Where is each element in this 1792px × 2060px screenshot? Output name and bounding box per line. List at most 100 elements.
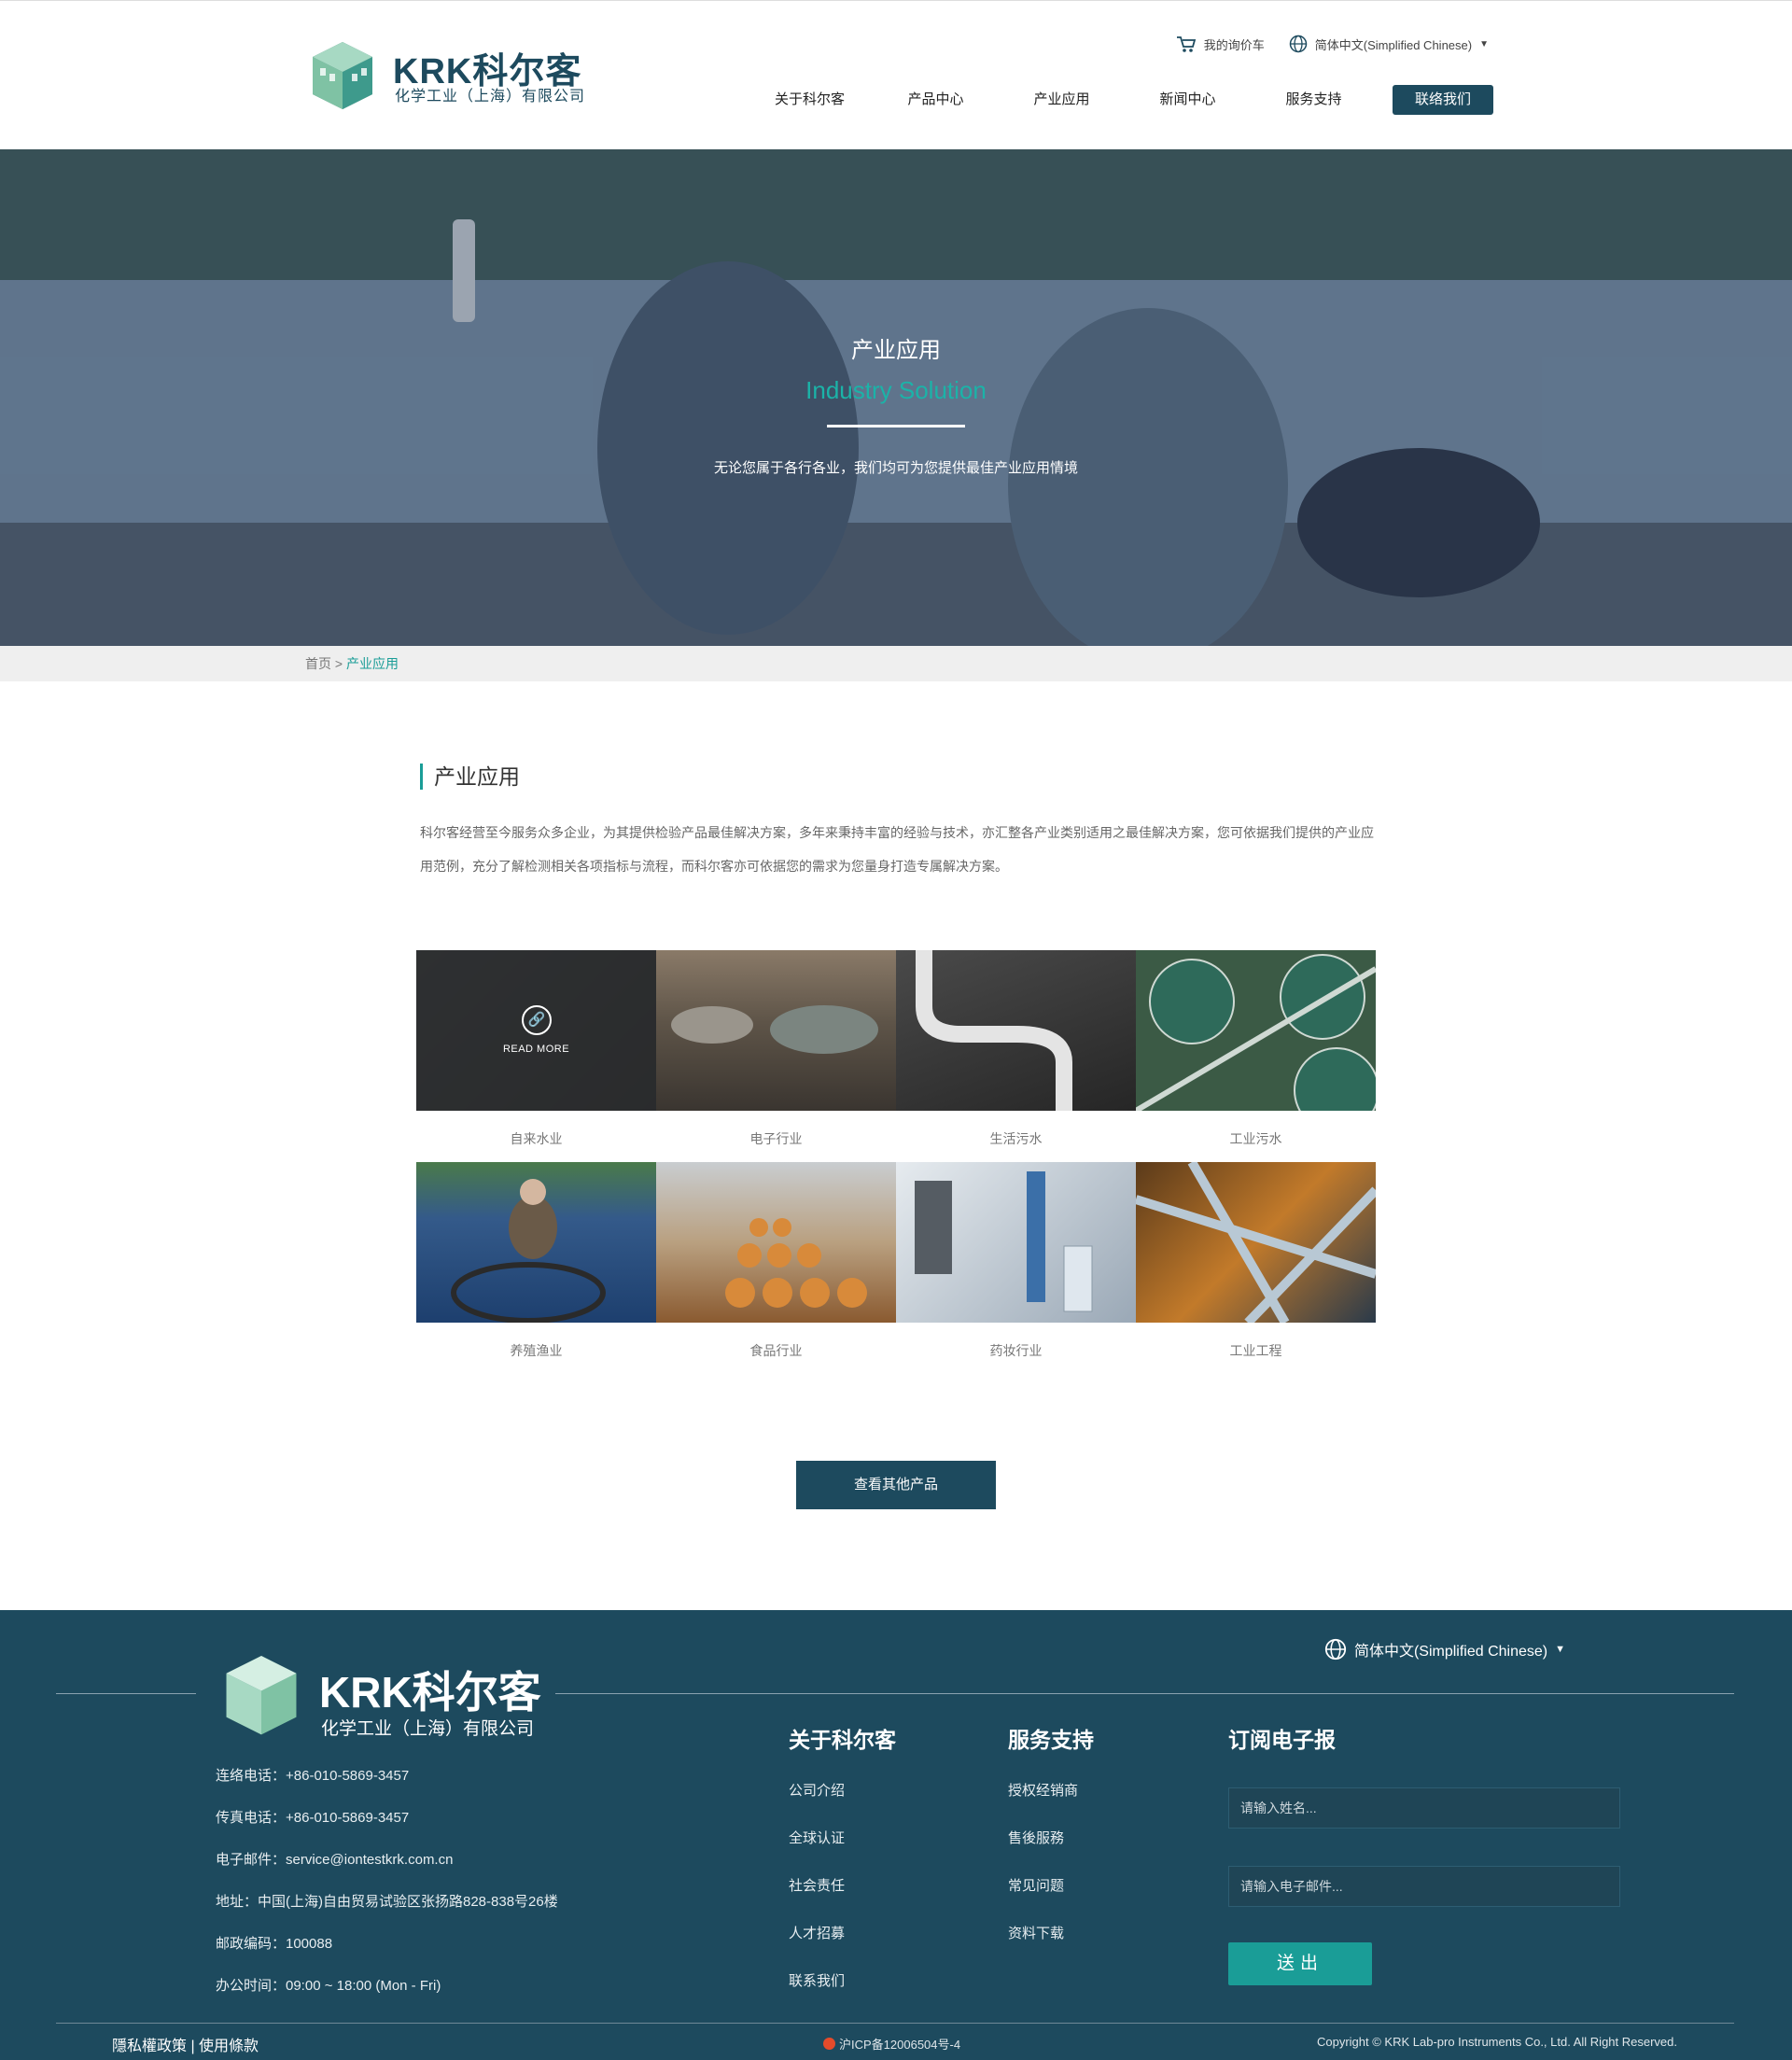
industry-label[interactable]: 药妆行业 [896, 1341, 1136, 1360]
industry-label[interactable]: 电子行业 [656, 1129, 896, 1148]
subscribe-email-input[interactable]: 请输入电子邮件... [1228, 1866, 1620, 1907]
contact-email[interactable]: 电子邮件：service@iontestkrk.com.cn [216, 1849, 558, 1891]
cart-icon [1176, 36, 1196, 52]
footer-subscribe-column: 订阅电子报 [1228, 1722, 1336, 1780]
footer-language-label: 简体中文(Simplified Chinese) [1353, 1644, 1548, 1660]
breadcrumb-separator: > [334, 656, 343, 671]
footer-link-company[interactable]: 公司介绍 [789, 1780, 896, 1828]
footer-link-careers[interactable]: 人才招募 [789, 1923, 896, 1970]
breadcrumb-home[interactable]: 首页 [305, 656, 331, 671]
industry-card-sewage[interactable] [896, 950, 1136, 1111]
industry-label[interactable]: 自来水业 [416, 1129, 656, 1148]
chevron-down-icon: ▼ [1479, 38, 1489, 49]
contact-us-button[interactable]: 联络我们 [1393, 85, 1493, 115]
nav-item-news[interactable]: 新闻中心 [1125, 85, 1251, 115]
inquiry-cart-link[interactable]: 我的询价车 [1176, 35, 1265, 53]
language-label: 简体中文(Simplified Chinese) [1314, 37, 1473, 52]
footer-about-column: 关于科尔客 公司介绍 全球认证 社会责任 人才招募 联系我们 [789, 1722, 896, 2018]
industry-card-cosmetics[interactable] [896, 1162, 1136, 1323]
read-more-overlay[interactable]: 🔗 READ MORE [416, 950, 656, 1111]
footer-link-faq[interactable]: 常见问题 [1008, 1875, 1094, 1923]
industry-image-shapes [1136, 1162, 1376, 1323]
footer-link-responsibility[interactable]: 社会责任 [789, 1875, 896, 1923]
industry-label[interactable]: 养殖渔业 [416, 1341, 656, 1360]
footer-service-column: 服务支持 授权经销商 售後服務 常见问题 资料下载 [1008, 1722, 1094, 1970]
industry-label[interactable]: 食品行业 [656, 1341, 896, 1360]
site-header: KRK科尔客 化学工业（上海）有限公司 我的询价车 简体中文(Simplifie… [0, 0, 1792, 149]
industry-label[interactable]: 工业污水 [1136, 1129, 1376, 1148]
breadcrumb: 首页 > 产业应用 [0, 646, 1792, 681]
footer-logo[interactable]: KRK科尔客 化学工业（上海）有限公司 [215, 1649, 551, 1743]
footer-legal-links[interactable]: 隱私權政策 | 使用條款 [112, 2033, 259, 2055]
main-nav: 关于科尔客 产品中心 产业应用 新闻中心 服务支持 联络我们 [747, 85, 1493, 115]
footer-subscribe-title: 订阅电子报 [1228, 1728, 1336, 1752]
industry-card-engineering[interactable] [1136, 1162, 1376, 1323]
industry-image-shapes [451, 1179, 606, 1323]
footer-brand-name: KRK科尔客 [319, 1668, 541, 1717]
industry-card-electronics[interactable] [656, 950, 896, 1111]
contact-phone: 连络电话：+86-010-5869-3457 [216, 1768, 410, 1784]
footer-link-certification[interactable]: 全球认证 [789, 1828, 896, 1875]
logo-cube-icon [226, 1656, 297, 1735]
site-footer: KRK科尔客 化学工业（上海）有限公司 简体中文(Simplified Chin… [0, 1610, 1792, 2060]
cart-label: 我的询价车 [1203, 37, 1265, 52]
contact-hours: 办公时间：09:00 ~ 18:00 (Mon - Fri) [216, 1978, 441, 1994]
contact-postcode: 邮政编码：100088 [216, 1936, 333, 1952]
footer-brand-subtitle: 化学工业（上海）有限公司 [321, 1719, 535, 1739]
industry-card-water[interactable]: 🔗 READ MORE [416, 950, 656, 1111]
footer-link-downloads[interactable]: 资料下载 [1008, 1923, 1094, 1970]
industry-image-shapes [1136, 954, 1376, 1111]
nav-item-products[interactable]: 产品中心 [873, 85, 999, 115]
subscribe-send-button[interactable]: 送出 [1228, 1942, 1372, 1985]
industry-card-industrial-sewage[interactable] [1136, 950, 1376, 1111]
contact-fax: 传真电话：+86-010-5869-3457 [216, 1810, 410, 1826]
industry-section: 产业应用 科尔客经营至今服务众多企业，为其提供检验产品最佳解决方案，多年来秉持丰… [420, 764, 1377, 883]
brand-subtitle: 化学工业（上海）有限公司 [395, 89, 586, 105]
footer-link-dealers[interactable]: 授权经销商 [1008, 1780, 1094, 1828]
nav-item-about[interactable]: 关于科尔客 [747, 85, 873, 115]
subscribe-name-input[interactable]: 请输入姓名... [1228, 1787, 1620, 1829]
industry-label[interactable]: 工业工程 [1136, 1341, 1376, 1360]
section-description: 科尔客经营至今服务众多企业，为其提供检验产品最佳解决方案，多年来秉持丰富的经验与… [420, 825, 1374, 874]
site-logo[interactable]: KRK科尔客 化学工业（上海）有限公司 [303, 36, 586, 111]
hero-subtitle: Industry Solution [805, 376, 987, 404]
language-selector[interactable]: 简体中文(Simplified Chinese) ▼ [1289, 35, 1489, 53]
footer-link-after-sales[interactable]: 售後服務 [1008, 1828, 1094, 1875]
industry-image-shapes [671, 1005, 878, 1054]
footer-link-contact[interactable]: 联系我们 [789, 1970, 896, 2018]
nav-item-industry[interactable]: 产业应用 [999, 85, 1125, 115]
footer-service-title: 服务支持 [1008, 1728, 1094, 1752]
contact-address: 地址：中国(上海)自由贸易试验区张扬路828-838号26楼 [216, 1894, 558, 1910]
footer-icp[interactable]: 沪ICP备12006504号-4 [823, 2035, 960, 2053]
hero-divider [827, 425, 965, 427]
view-other-products-button[interactable]: 查看其他产品 [796, 1461, 996, 1509]
read-more-label: READ MORE [502, 1044, 570, 1055]
chevron-down-icon: ▼ [1555, 1644, 1565, 1655]
globe-icon [1324, 1638, 1347, 1661]
breadcrumb-current: 产业应用 [345, 656, 399, 671]
link-icon: 🔗 [522, 1005, 552, 1035]
nav-item-service[interactable]: 服务支持 [1251, 85, 1377, 115]
logo-cube-icon [313, 42, 372, 109]
hero-title: 产业应用 [851, 338, 941, 363]
top-bar: 我的询价车 简体中文(Simplified Chinese) ▼ [1176, 35, 1489, 53]
footer-divider-right [555, 1693, 1734, 1694]
globe-icon [1289, 35, 1308, 53]
hero-tagline: 无论您属于各行各业，我们均可为您提供最佳产业应用情境 [713, 460, 1078, 476]
industry-card-aquaculture[interactable] [416, 1162, 656, 1323]
police-badge-icon [823, 2038, 835, 2050]
industry-image-shapes [916, 950, 1072, 1111]
icp-text: 沪ICP备12006504号-4 [839, 2038, 961, 2052]
industry-image-shapes [725, 1218, 867, 1308]
industry-image-shapes [915, 1171, 1093, 1312]
footer-language-selector[interactable]: 简体中文(Simplified Chinese) ▼ [1324, 1638, 1565, 1661]
industry-card-food[interactable] [656, 1162, 896, 1323]
footer-divider-left [56, 1693, 196, 1694]
section-title: 产业应用 [420, 764, 1377, 790]
industry-label[interactable]: 生活污水 [896, 1129, 1136, 1148]
hero-banner: 产业应用 Industry Solution 无论您属于各行各业，我们均可为您提… [0, 149, 1792, 646]
footer-about-title: 关于科尔客 [789, 1728, 896, 1752]
footer-copyright: Copyright © KRK Lab-pro Instruments Co.,… [1316, 2035, 1677, 2049]
contact-info: 连络电话：+86-010-5869-3457 传真电话：+86-010-5869… [216, 1765, 558, 2017]
footer-bottom-divider [56, 2023, 1734, 2024]
